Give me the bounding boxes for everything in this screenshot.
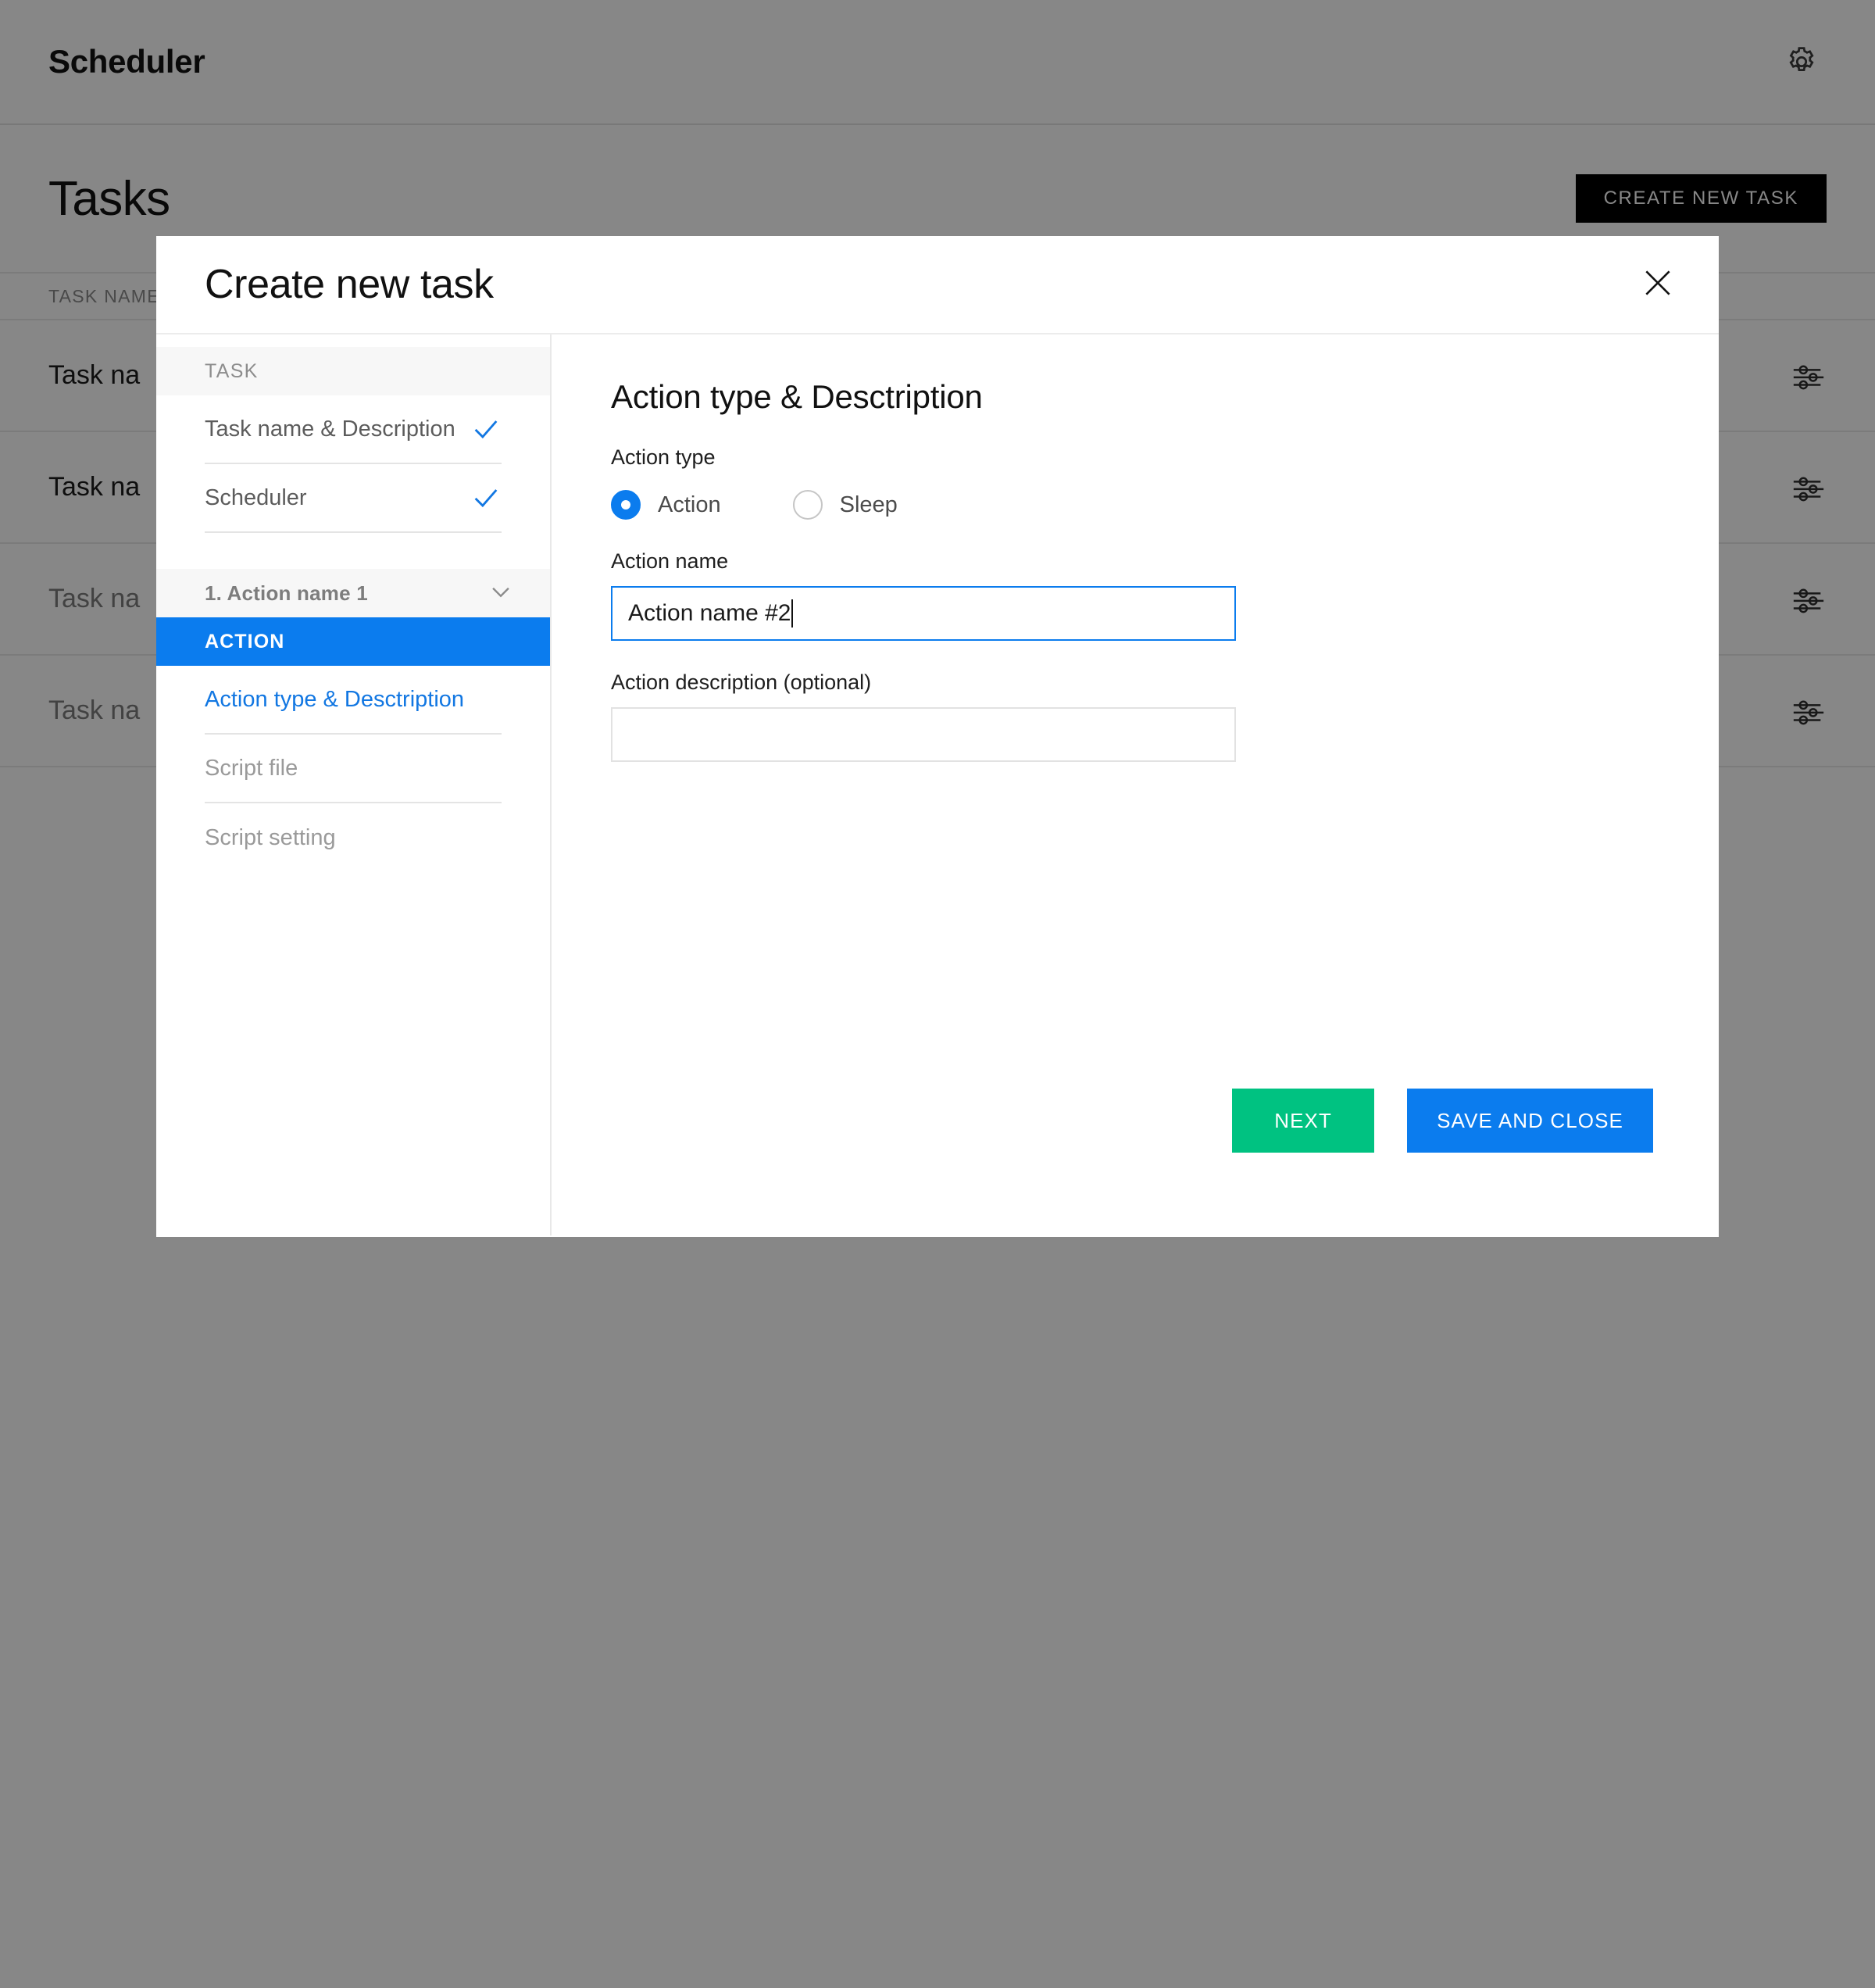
sidebar-group-task: TASK: [156, 347, 550, 395]
sidebar-item-script-setting[interactable]: Script setting: [205, 803, 502, 872]
close-icon[interactable]: [1633, 258, 1683, 308]
radio-option-sleep[interactable]: Sleep: [792, 490, 898, 520]
action-description-input[interactable]: [611, 707, 1236, 762]
chevron-down-icon[interactable]: [488, 578, 514, 609]
action-description-input-wrap: [611, 707, 1236, 762]
modal-sidebar: TASK Task name & Description Scheduler 1…: [156, 334, 552, 1235]
sidebar-item-label: Scheduler: [205, 484, 307, 510]
check-icon: [470, 482, 502, 513]
action-name-input-value: Action name #2: [628, 600, 791, 626]
section-title: Action type & Desctription: [611, 378, 983, 415]
sidebar-item-label: Script file: [205, 755, 298, 781]
modal-body: TASK Task name & Description Scheduler 1…: [156, 334, 1719, 1235]
sidebar-item-label: Task name & Description: [205, 416, 455, 442]
modal-header: Create new task: [156, 236, 1719, 334]
modal-title: Create new task: [205, 262, 494, 307]
sidebar-item-action-type-description[interactable]: Action type & Desctription: [205, 666, 502, 735]
radio-label-sleep: Sleep: [839, 492, 898, 517]
radio-button-sleep[interactable]: [792, 490, 823, 520]
action-name-input-wrap: Action name #2: [611, 586, 1236, 641]
sidebar-item-script-file[interactable]: Script file: [205, 735, 502, 803]
action-type-label: Action type: [611, 445, 716, 469]
action-description-label: Action description (optional): [611, 670, 872, 694]
radio-label-action: Action: [658, 492, 721, 517]
sidebar-group-action-label: 1. Action name 1: [205, 581, 368, 605]
sidebar-group-action-name-1[interactable]: 1. Action name 1: [156, 569, 550, 617]
action-name-input[interactable]: Action name #2: [611, 586, 1236, 641]
action-type-radio-group: Action Sleep: [611, 490, 1719, 520]
sidebar-item-label: Action type & Desctription: [205, 686, 465, 712]
sidebar-item-task-name-description[interactable]: Task name & Description: [205, 395, 502, 464]
sidebar-section-action-label: ACTION: [205, 630, 285, 653]
modal-footer-buttons: NEXT SAVE AND CLOSE: [1232, 1089, 1653, 1153]
sidebar-section-action: ACTION: [156, 617, 550, 666]
next-button[interactable]: NEXT: [1232, 1089, 1375, 1153]
action-name-label: Action name: [611, 549, 729, 573]
create-new-task-modal: Create new task TASK Task name & Descrip…: [156, 236, 1719, 1237]
save-and-close-button[interactable]: SAVE AND CLOSE: [1407, 1089, 1653, 1153]
modal-main-panel: Action type & Desctription Action type A…: [552, 334, 1719, 1235]
radio-button-action[interactable]: [611, 490, 641, 520]
sidebar-item-scheduler[interactable]: Scheduler: [205, 464, 502, 533]
sidebar-group-task-label: TASK: [205, 359, 259, 382]
sidebar-item-label: Script setting: [205, 824, 336, 850]
radio-option-action[interactable]: Action: [611, 490, 721, 520]
check-icon: [470, 413, 502, 445]
text-caret: [791, 599, 794, 628]
